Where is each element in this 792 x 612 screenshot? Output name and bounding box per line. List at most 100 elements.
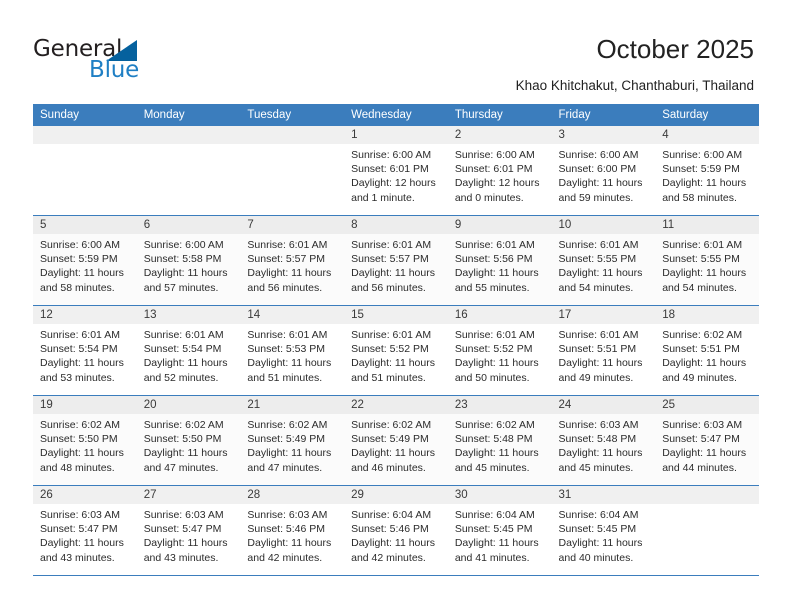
day-details: Sunrise: 6:03 AM Sunset: 5:46 PM Daylight:… <box>240 504 344 565</box>
daylight-duration-line1: Daylight: 11 hours <box>351 267 435 280</box>
calendar-day-cell[interactable]: 28 Sunrise: 6:03 AM Sunset: 5:46 PM Dayligh… <box>240 486 345 576</box>
daylight-duration-line1: Daylight: 11 hours <box>351 447 435 460</box>
calendar-day-cell[interactable]: 2 Sunrise: 6:00 AM Sunset: 6:01 PM Daylight… <box>447 126 552 216</box>
sunrise-time: Sunrise: 6:02 AM <box>247 419 328 431</box>
day-number: 18 <box>655 306 759 324</box>
calendar-day-cell[interactable]: 7 Sunrise: 6:01 AM Sunset: 5:57 PM Daylight… <box>240 216 345 306</box>
calendar-day-cell[interactable]: 25 Sunrise: 6:03 AM Sunset: 5:47 PM Dayligh… <box>655 396 759 486</box>
calendar-day-cell[interactable]: 6 Sunrise: 6:00 AM Sunset: 5:58 PM Daylight… <box>136 216 241 306</box>
daylight-duration-line1: Daylight: 11 hours <box>247 357 332 370</box>
daylight-duration-line1: Daylight: 11 hours <box>40 537 124 550</box>
day-cell-inner: 31 Sunrise: 6:04 AM Sunset: 5:45 PM Dayligh… <box>551 486 656 576</box>
daylight-duration-line1: Daylight: 11 hours <box>40 447 124 460</box>
calendar-day-cell[interactable]: 16 Sunrise: 6:01 AM Sunset: 5:52 PM Dayligh… <box>447 306 552 396</box>
day-number <box>655 486 759 504</box>
day-number <box>33 126 137 144</box>
day-number: 26 <box>33 486 137 504</box>
calendar-day-cell[interactable]: 14 Sunrise: 6:01 AM Sunset: 5:53 PM Dayligh… <box>240 306 345 396</box>
sunrise-time: Sunrise: 6:02 AM <box>40 419 120 431</box>
day-cell-inner <box>136 126 241 216</box>
day-number: 14 <box>240 306 345 324</box>
day-number: 7 <box>240 216 345 234</box>
day-number: 23 <box>447 396 552 414</box>
sunset-time: Sunset: 5:52 PM <box>454 343 533 356</box>
logo-text-blue: Blue <box>89 57 140 83</box>
sunrise-time: Sunrise: 6:00 AM <box>558 149 639 161</box>
day-details: Sunrise: 6:01 AM Sunset: 5:55 PM Daylight:… <box>655 234 759 295</box>
sunset-time: Sunset: 5:48 PM <box>454 433 533 446</box>
day-details: Sunrise: 6:01 AM Sunset: 5:55 PM Daylight:… <box>552 234 656 295</box>
calendar-day-cell[interactable]: 9 Sunrise: 6:01 AM Sunset: 5:56 PM Daylight… <box>447 216 552 306</box>
calendar-day-cell[interactable]: 23 Sunrise: 6:02 AM Sunset: 5:48 PM Dayligh… <box>447 396 552 486</box>
day-cell-inner: 27 Sunrise: 6:03 AM Sunset: 5:47 PM Dayligh… <box>136 486 241 576</box>
calendar-day-cell[interactable]: 21 Sunrise: 6:02 AM Sunset: 5:49 PM Dayligh… <box>240 396 345 486</box>
day-details: Sunrise: 6:04 AM Sunset: 5:46 PM Daylight:… <box>344 504 448 565</box>
sunset-time: Sunset: 5:45 PM <box>454 523 533 536</box>
sunset-time: Sunset: 5:51 PM <box>662 343 740 356</box>
daylight-duration-line2: and 56 minutes. <box>351 281 426 294</box>
calendar-day-cell[interactable]: 4 Sunrise: 6:00 AM Sunset: 5:59 PM Daylight… <box>655 126 759 216</box>
sunset-time: Sunset: 5:50 PM <box>143 433 222 446</box>
calendar-day-cell[interactable]: 12 Sunrise: 6:01 AM Sunset: 5:54 PM Dayligh… <box>33 306 137 396</box>
daylight-duration-line2: and 49 minutes. <box>558 371 634 384</box>
calendar-day-cell[interactable]: 11 Sunrise: 6:01 AM Sunset: 5:55 PM Dayligh… <box>655 216 759 306</box>
day-number: 21 <box>240 396 345 414</box>
day-details <box>33 144 137 148</box>
calendar-day-cell[interactable]: 3 Sunrise: 6:00 AM Sunset: 6:00 PM Daylight… <box>551 126 656 216</box>
calendar-week-row: 26 Sunrise: 6:03 AM Sunset: 5:47 PM Dayligh… <box>33 486 759 576</box>
calendar-day-cell[interactable]: 20 Sunrise: 6:02 AM Sunset: 5:50 PM Dayligh… <box>136 396 241 486</box>
row-divider <box>33 575 137 576</box>
calendar-day-cell-empty <box>136 126 241 216</box>
sunrise-time: Sunrise: 6:02 AM <box>351 419 432 431</box>
daylight-duration-line1: Daylight: 11 hours <box>351 357 435 370</box>
day-details: Sunrise: 6:01 AM Sunset: 5:57 PM Daylight:… <box>240 234 344 295</box>
daylight-duration-line2: and 47 minutes. <box>247 461 323 474</box>
sunset-time: Sunset: 5:59 PM <box>40 253 118 266</box>
sunset-time: Sunset: 5:47 PM <box>143 523 222 536</box>
calendar-day-cell[interactable]: 24 Sunrise: 6:03 AM Sunset: 5:48 PM Dayligh… <box>551 396 656 486</box>
calendar-day-cell[interactable]: 29 Sunrise: 6:04 AM Sunset: 5:46 PM Dayligh… <box>344 486 448 576</box>
calendar-day-cell[interactable]: 15 Sunrise: 6:01 AM Sunset: 5:52 PM Dayligh… <box>344 306 448 396</box>
day-cell-inner: 18 Sunrise: 6:02 AM Sunset: 5:51 PM Dayligh… <box>655 306 759 396</box>
day-number <box>240 126 345 144</box>
daylight-duration-line2: and 50 minutes. <box>454 371 530 384</box>
day-number: 17 <box>551 306 656 324</box>
weekday-header-sunday: Sunday <box>33 104 137 126</box>
calendar-day-cell[interactable]: 13 Sunrise: 6:01 AM Sunset: 5:54 PM Dayligh… <box>136 306 241 396</box>
day-details: Sunrise: 6:02 AM Sunset: 5:50 PM Daylight:… <box>137 414 241 475</box>
sunset-time: Sunset: 5:48 PM <box>558 433 637 446</box>
calendar-day-cell[interactable]: 8 Sunrise: 6:01 AM Sunset: 5:57 PM Daylight… <box>344 216 448 306</box>
calendar-day-cell[interactable]: 10 Sunrise: 6:01 AM Sunset: 5:55 PM Dayligh… <box>551 216 656 306</box>
day-cell-inner: 14 Sunrise: 6:01 AM Sunset: 5:53 PM Dayligh… <box>240 306 345 396</box>
daylight-duration-line1: Daylight: 11 hours <box>143 447 228 460</box>
calendar-day-cell[interactable]: 17 Sunrise: 6:01 AM Sunset: 5:51 PM Dayligh… <box>551 306 656 396</box>
sunrise-time: Sunrise: 6:03 AM <box>558 419 639 431</box>
sunrise-time: Sunrise: 6:00 AM <box>143 239 224 251</box>
day-details: Sunrise: 6:02 AM Sunset: 5:49 PM Daylight:… <box>344 414 448 475</box>
day-details: Sunrise: 6:03 AM Sunset: 5:47 PM Daylight:… <box>655 414 759 475</box>
day-number: 27 <box>136 486 241 504</box>
sunrise-time: Sunrise: 6:01 AM <box>247 239 328 251</box>
daylight-duration-line2: and 1 minute. <box>351 191 415 204</box>
calendar-day-cell[interactable]: 22 Sunrise: 6:02 AM Sunset: 5:49 PM Dayligh… <box>344 396 448 486</box>
calendar-day-cell[interactable]: 5 Sunrise: 6:00 AM Sunset: 5:59 PM Daylight… <box>33 216 137 306</box>
calendar-day-cell[interactable]: 1 Sunrise: 6:00 AM Sunset: 6:01 PM Daylight… <box>344 126 448 216</box>
row-divider <box>344 575 448 576</box>
sunset-time: Sunset: 5:54 PM <box>143 343 222 356</box>
daylight-duration-line2: and 55 minutes. <box>454 281 530 294</box>
day-cell-inner: 10 Sunrise: 6:01 AM Sunset: 5:55 PM Dayligh… <box>551 216 656 306</box>
daylight-duration-line1: Daylight: 11 hours <box>662 177 747 190</box>
daylight-duration-line2: and 59 minutes. <box>558 191 634 204</box>
calendar-day-cell[interactable]: 31 Sunrise: 6:04 AM Sunset: 5:45 PM Dayligh… <box>551 486 656 576</box>
daylight-duration-line2: and 45 minutes. <box>454 461 530 474</box>
day-cell-inner: 12 Sunrise: 6:01 AM Sunset: 5:54 PM Dayligh… <box>33 306 137 396</box>
sunset-time: Sunset: 5:59 PM <box>662 163 740 176</box>
day-cell-inner: 17 Sunrise: 6:01 AM Sunset: 5:51 PM Dayligh… <box>551 306 656 396</box>
calendar-day-cell[interactable]: 30 Sunrise: 6:04 AM Sunset: 5:45 PM Dayligh… <box>447 486 552 576</box>
calendar-day-cell[interactable]: 19 Sunrise: 6:02 AM Sunset: 5:50 PM Dayligh… <box>33 396 137 486</box>
calendar-day-cell[interactable]: 26 Sunrise: 6:03 AM Sunset: 5:47 PM Dayligh… <box>33 486 137 576</box>
day-number: 22 <box>344 396 448 414</box>
calendar-day-cell[interactable]: 18 Sunrise: 6:02 AM Sunset: 5:51 PM Dayligh… <box>655 306 759 396</box>
calendar-day-cell[interactable]: 27 Sunrise: 6:03 AM Sunset: 5:47 PM Dayligh… <box>136 486 241 576</box>
daylight-duration-line1: Daylight: 11 hours <box>143 267 228 280</box>
